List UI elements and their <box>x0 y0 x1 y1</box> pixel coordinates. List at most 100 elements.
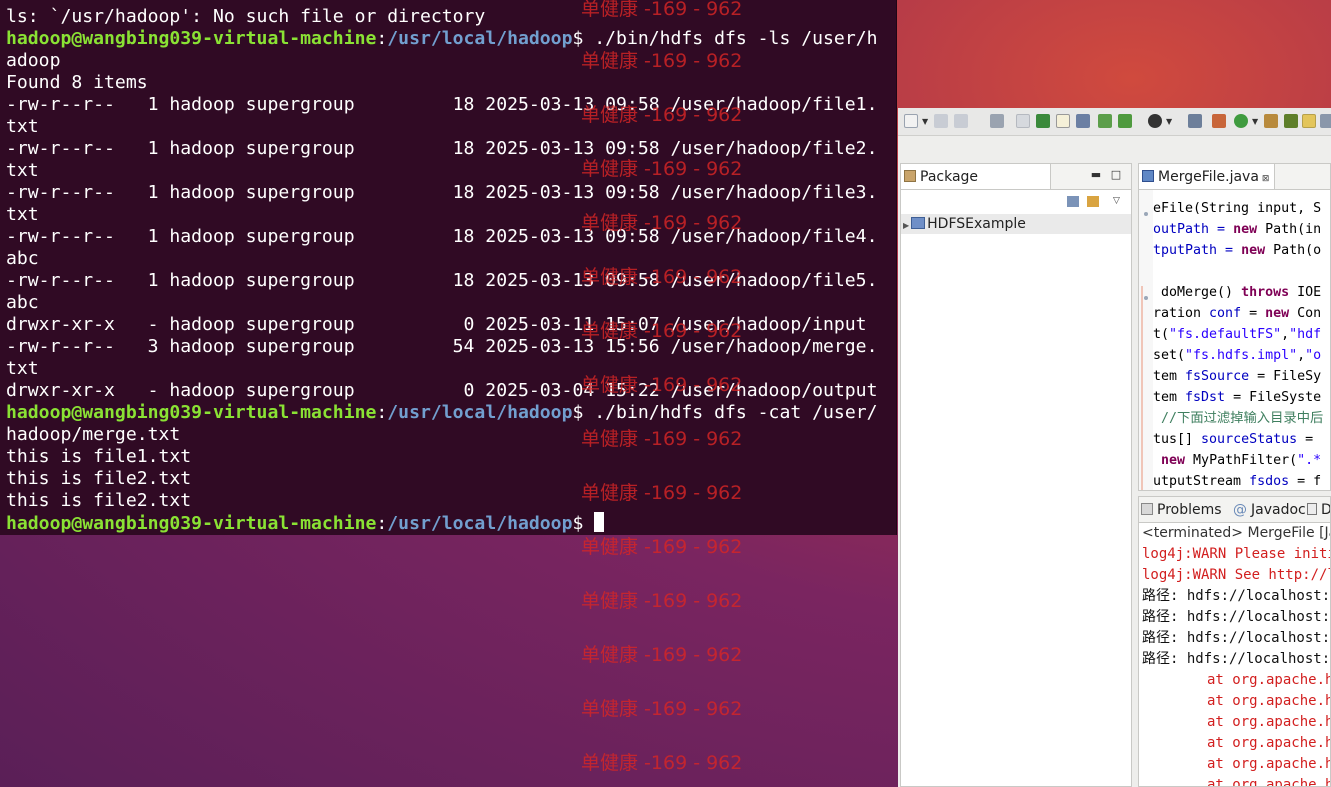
code-token: Con <box>1289 306 1322 321</box>
skip-breakpoints-icon[interactable] <box>1188 114 1202 128</box>
terminal-cursor[interactable] <box>594 512 605 532</box>
code-token: t( <box>1153 327 1170 342</box>
fold-marker-icon[interactable] <box>1144 296 1148 300</box>
code-token: fsSource <box>1185 369 1250 384</box>
terminal-line: this is file2.txt <box>6 490 192 511</box>
chevron-down-icon[interactable]: ▼ <box>922 117 928 126</box>
chevron-down-icon[interactable]: ▼ <box>1252 117 1258 126</box>
print-icon[interactable] <box>990 114 1004 128</box>
run-icon[interactable] <box>1234 114 1248 128</box>
code-token: MyPathFilter( <box>1185 453 1298 468</box>
console-panel[interactable]: <terminated> MergeFile [Jav log4j:WARN P… <box>1138 522 1331 787</box>
maximize-icon[interactable]: □ <box>1109 168 1123 182</box>
console-line[interactable]: at org.apache.ha <box>1139 775 1330 786</box>
link-editor-icon[interactable] <box>1087 196 1099 207</box>
tab-label: MergeFile.java <box>1158 169 1259 185</box>
terminal-line: -rw-r--r-- 3 hadoop supergroup 54 2025-0… <box>6 336 878 357</box>
code-token: = FileSyste <box>1225 390 1322 405</box>
watermark-text: 单健康 -169 - 962 <box>581 590 743 612</box>
code-token: fsDst <box>1185 390 1226 405</box>
console-line[interactable]: at org.apache.ha <box>1139 733 1330 754</box>
code-line: tus[] sourceStatus = <box>1153 429 1330 450</box>
code-token: fsdos <box>1249 474 1290 489</box>
toggle-view-icon[interactable] <box>1016 114 1030 128</box>
debug-icon[interactable] <box>1148 114 1162 128</box>
code-token: "fs.hdfs.impl" <box>1185 348 1298 363</box>
code-token: ration <box>1153 306 1210 321</box>
code-token: new <box>1265 306 1290 321</box>
terminal-line: drwxr-xr-x - hadoop supergroup 0 2025-03… <box>6 380 878 401</box>
code-token: = f <box>1289 474 1322 489</box>
console-line[interactable]: at org.apache.ha <box>1139 691 1330 712</box>
tab-declaration[interactable]: D <box>1307 497 1330 522</box>
tab-package-explorer[interactable]: Package Explorer⊠ <box>901 164 1051 211</box>
code-line: eFile(String input, S <box>1153 198 1330 219</box>
search-icon[interactable] <box>1264 114 1278 128</box>
open-resource-icon[interactable] <box>1118 114 1132 128</box>
pin-icon[interactable] <box>1284 114 1298 128</box>
save-icon[interactable] <box>934 114 948 128</box>
tab-problems[interactable]: Problems <box>1141 497 1222 522</box>
expand-arrow-icon[interactable]: ▶ <box>903 221 909 230</box>
project-label: HDFSExample <box>927 216 1026 232</box>
at-icon: @ <box>1233 502 1247 518</box>
code-token: new <box>1241 243 1266 258</box>
tab-mergefile-java[interactable]: MergeFile.java ⊠ <box>1139 164 1275 190</box>
code-token: tus[] <box>1153 432 1202 447</box>
prompt-user: hadoop@wangbing039-virtual-machine <box>6 513 377 534</box>
javadoc-icon[interactable] <box>1056 114 1070 128</box>
terminal-line: abc <box>6 248 39 269</box>
console-line[interactable]: at org.apache.ha <box>1139 712 1330 733</box>
fold-marker-icon[interactable] <box>1144 212 1148 216</box>
editor-ruler <box>1139 190 1153 490</box>
terminal-window[interactable]: ls: `/usr/hadoop': No such file or direc… <box>0 0 897 535</box>
code-line: new MyPathFilter(".* <box>1153 450 1330 471</box>
minimize-icon[interactable]: ▬ <box>1089 168 1103 182</box>
editor-tabbar: MergeFile.java ⊠ <box>1138 163 1331 190</box>
external-tools-icon[interactable] <box>1212 114 1226 128</box>
pen-icon[interactable] <box>1302 114 1316 128</box>
console-line[interactable]: at org.apache.ha <box>1139 754 1330 775</box>
tree-item-project[interactable]: ▶ HDFSExample <box>901 214 1131 234</box>
watermark-text: 单健康 -169 - 962 <box>581 644 743 666</box>
code-token: "hdf <box>1289 327 1322 342</box>
annotation-icon[interactable] <box>1320 114 1331 128</box>
open-type-icon[interactable] <box>1098 114 1112 128</box>
code-token: tem <box>1153 369 1186 384</box>
terminal-line: Found 8 items <box>6 72 148 93</box>
terminal-prompt-line[interactable]: hadoop@wangbing039-virtual-machine:/usr/… <box>6 512 896 534</box>
package-explorer-panel[interactable]: ▽ ▶ HDFSExample <box>900 189 1132 787</box>
terminal-prompt-line: hadoop@wangbing039-virtual-machine:/usr/… <box>6 402 896 424</box>
code-line: outPath = new Path(in <box>1153 219 1330 240</box>
terminal-line: drwxr-xr-x - hadoop supergroup 0 2025-03… <box>6 314 867 335</box>
code-line: t("fs.defaultFS","hdf <box>1153 324 1330 345</box>
console-line: 路径: hdfs://localhost:9 <box>1142 630 1330 646</box>
close-icon[interactable]: ⊠ <box>1262 174 1270 184</box>
console-line[interactable]: at org.apache.ha <box>1139 670 1330 691</box>
task-icon[interactable] <box>1076 114 1090 128</box>
terminal-command: ./bin/hdfs dfs -cat /user/ <box>594 402 878 423</box>
new-file-icon[interactable] <box>904 114 918 128</box>
code-line: //下面过滤掉输入目录中后 <box>1153 408 1330 429</box>
code-line: tem fsDst = FileSyste <box>1153 387 1330 408</box>
chevron-down-icon[interactable]: ▼ <box>1166 117 1172 126</box>
outline-icon[interactable] <box>1036 114 1050 128</box>
view-menu-icon[interactable]: ▽ <box>1113 196 1125 207</box>
problems-icon <box>1141 503 1153 515</box>
terminal-line: this is file2.txt <box>6 468 192 489</box>
code-token: Path(o <box>1265 243 1322 258</box>
code-token: "fs.defaultFS" <box>1169 327 1282 342</box>
prompt-dollar: $ <box>572 28 595 49</box>
collapse-all-icon[interactable] <box>1067 196 1079 207</box>
code-token: = FileSy <box>1249 369 1322 384</box>
code-editor[interactable]: eFile(String input, S outPath = new Path… <box>1138 189 1331 491</box>
terminal-line: txt <box>6 358 39 379</box>
package-explorer-icon <box>904 170 916 182</box>
prompt-user: hadoop@wangbing039-virtual-machine <box>6 28 377 49</box>
code-token: conf <box>1209 306 1242 321</box>
watermark-text: 单健康 -169 - 962 <box>581 752 743 774</box>
tab-javadoc[interactable]: @ Javadoc <box>1233 497 1306 522</box>
save-all-icon[interactable] <box>954 114 968 128</box>
eclipse-window[interactable]: ▼ ▼ ▼ Package Explorer⊠ ▬ □ ▽ ▶ HDFSExamp… <box>898 108 1331 787</box>
